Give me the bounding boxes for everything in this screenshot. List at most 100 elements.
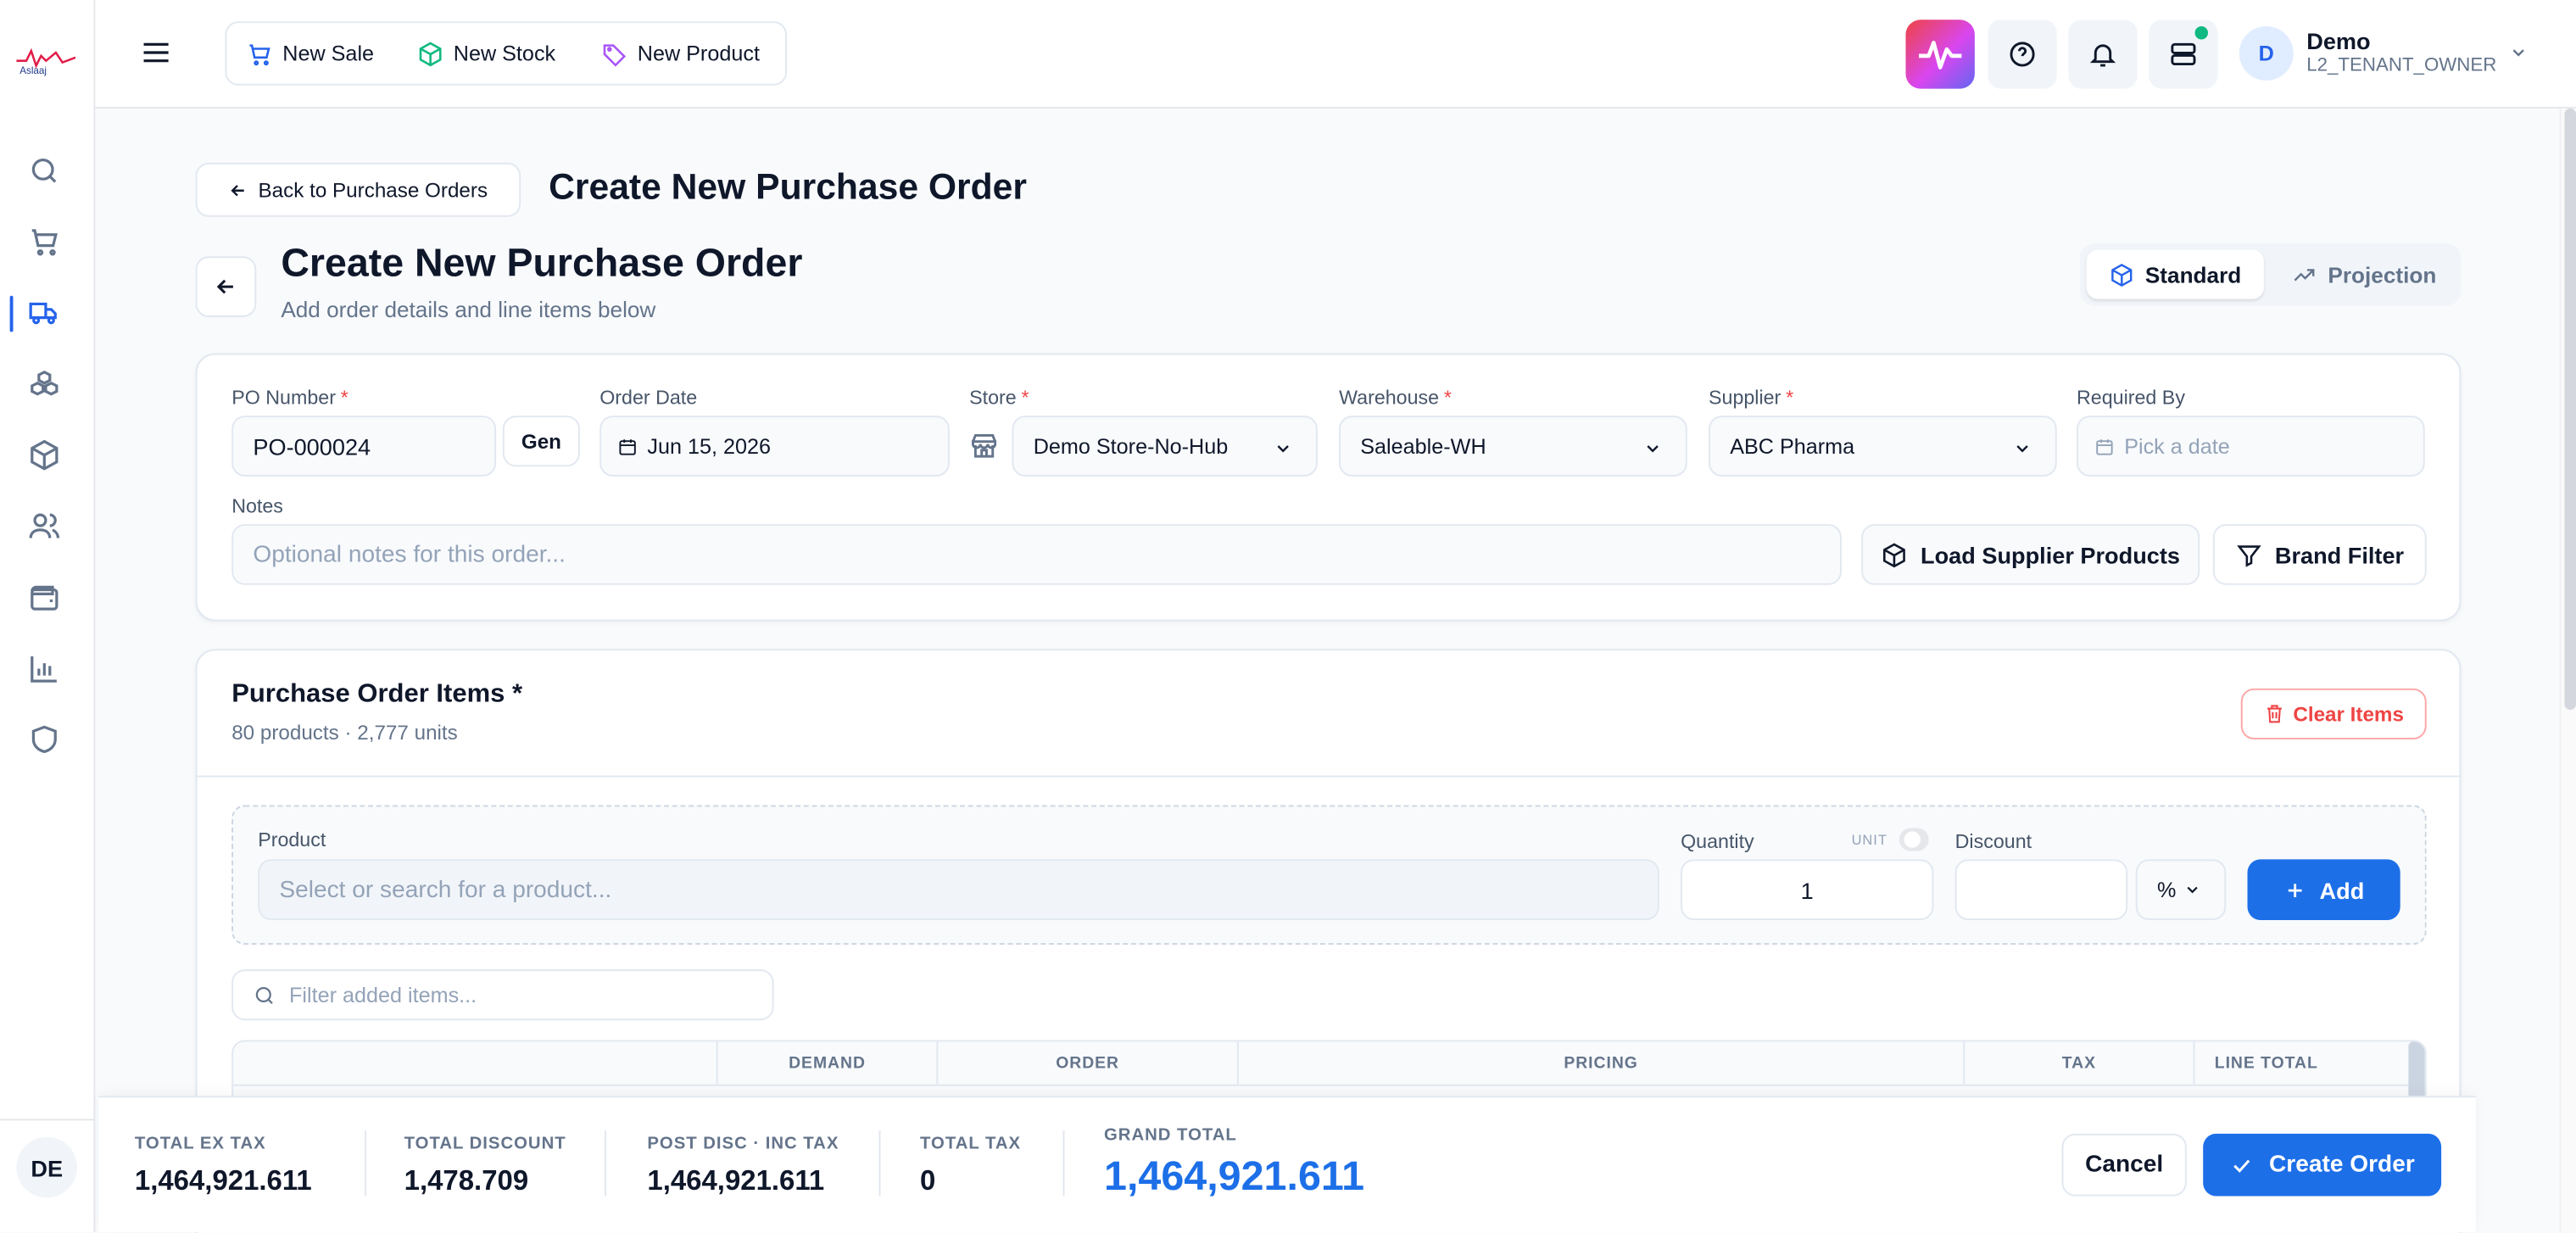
user-role: L2_TENANT_OWNER <box>2306 55 2497 76</box>
generate-po-label: Gen <box>521 429 561 453</box>
total-tax-value: 0 <box>920 1164 936 1197</box>
cart-icon[interactable] <box>28 225 64 261</box>
tag-icon <box>603 43 627 66</box>
cancel-button[interactable]: Cancel <box>2061 1133 2187 1197</box>
bar-chart-icon[interactable] <box>28 652 64 689</box>
grand-total-value: 1,464,921.611 <box>1104 1153 1365 1200</box>
plus-icon <box>2288 883 2302 897</box>
store-value: Demo Store-No-Hub <box>1033 433 1229 459</box>
required-by-label: Required By <box>2077 386 2185 410</box>
help-button[interactable] <box>1988 20 2057 89</box>
wallet-icon[interactable] <box>28 582 64 618</box>
mode-standard-label: Standard <box>2144 262 2242 287</box>
mode-projection-tab[interactable]: Projection <box>2274 250 2455 299</box>
store-select[interactable]: Demo Store-No-Hub <box>1012 416 1318 477</box>
new-sale-button[interactable]: New Sale <box>247 23 374 84</box>
form-title: Create New Purchase Order <box>281 241 803 287</box>
po-number-input[interactable]: PO-000024 <box>231 416 497 477</box>
items-title: Purchase Order Items * <box>231 680 523 709</box>
search-icon[interactable] <box>28 154 64 191</box>
po-number-label: PO Number * <box>231 386 348 410</box>
back-button[interactable] <box>195 256 257 317</box>
totals-separator <box>605 1130 606 1197</box>
po-number-value: PO-000024 <box>253 432 371 460</box>
column-pricing: PRICING <box>1236 1041 1963 1085</box>
totals-separator <box>878 1130 881 1197</box>
trending-up-icon <box>2294 268 2315 281</box>
server-status-button[interactable] <box>2149 20 2218 89</box>
chevron-down-icon <box>2186 886 2197 894</box>
brand-filter-button[interactable]: Brand Filter <box>2212 524 2427 585</box>
sidebar-active-indicator <box>9 295 14 332</box>
unit-toggle[interactable] <box>1899 828 1929 851</box>
generate-po-button[interactable]: Gen <box>502 416 580 467</box>
discount-label: Discount <box>1954 829 2032 853</box>
warehouse-select[interactable]: Saleable-WH <box>1339 416 1687 477</box>
page-scrollbar-thumb[interactable] <box>2564 108 2576 710</box>
load-supplier-products-button[interactable]: Load Supplier Products <box>1861 524 2200 585</box>
chevron-down-icon <box>2512 49 2524 57</box>
package-icon[interactable] <box>28 438 64 475</box>
required-by-placeholder: Pick a date <box>2124 433 2230 459</box>
discount-type-value: % <box>2156 877 2177 902</box>
user-name: Demo <box>2306 27 2371 54</box>
notes-placeholder: Optional notes for this order... <box>253 541 566 568</box>
totals-separator <box>1062 1130 1065 1197</box>
boxes-icon[interactable] <box>28 368 64 404</box>
new-stock-button[interactable]: New Stock <box>417 23 555 84</box>
load-supplier-products-label: Load Supplier Products <box>1921 541 2180 568</box>
items-card-divider <box>197 775 2460 778</box>
items-summary: 80 products · 2,777 units <box>231 721 458 745</box>
totals-separator <box>365 1130 367 1197</box>
back-to-purchase-orders-label: Back to Purchase Orders <box>258 178 488 202</box>
create-order-label: Create Order <box>2269 1152 2415 1179</box>
shield-icon[interactable] <box>28 723 64 760</box>
user-avatar[interactable]: DE <box>16 1136 78 1198</box>
menu-icon[interactable] <box>140 36 173 70</box>
filter-items-placeholder: Filter added items... <box>289 982 477 1007</box>
warehouse-label: Warehouse * <box>1339 386 1452 410</box>
discount-input[interactable] <box>1954 859 2128 920</box>
order-date-value: Jun 15, 2026 <box>647 433 772 459</box>
package-icon <box>1883 542 1905 567</box>
search-icon <box>255 985 273 1003</box>
product-search-input[interactable]: Select or search for a product... <box>258 859 1659 920</box>
order-date-input[interactable]: Jun 15, 2026 <box>599 416 950 477</box>
status-dot <box>2194 26 2208 40</box>
clear-items-button[interactable]: Clear Items <box>2240 688 2427 739</box>
supplier-select[interactable]: ABC Pharma <box>1709 416 2057 477</box>
product-search-placeholder: Select or search for a product... <box>279 876 612 903</box>
quantity-input[interactable]: 1 <box>1681 859 1934 920</box>
add-item-button[interactable]: Add <box>2247 859 2400 920</box>
mode-standard-tab[interactable]: Standard <box>2086 249 2264 299</box>
discount-type-select[interactable]: % <box>2135 859 2227 920</box>
order-date-label: Order Date <box>599 386 698 410</box>
truck-icon[interactable] <box>28 296 64 332</box>
pulse-app-icon[interactable] <box>1905 20 1975 89</box>
user-menu[interactable]: D Demo L2_TENANT_OWNER <box>2239 23 2535 86</box>
new-product-label: New Product <box>637 41 760 66</box>
create-order-button[interactable]: Create Order <box>2203 1133 2442 1197</box>
new-product-button[interactable]: New Product <box>601 23 760 84</box>
filter-icon <box>2236 544 2261 566</box>
notifications-button[interactable] <box>2068 20 2138 89</box>
column-demand: DEMAND <box>716 1041 937 1085</box>
required-by-input[interactable]: Pick a date <box>2077 416 2425 477</box>
clear-items-label: Clear Items <box>2293 702 2404 726</box>
brand-logo[interactable]: Aslaaj <box>16 46 76 82</box>
cart-icon <box>249 43 270 65</box>
users-icon[interactable] <box>28 510 64 546</box>
table-header-divider <box>233 1084 2425 1086</box>
sidebar: Aslaaj DE <box>0 0 96 1233</box>
arrow-left-icon <box>216 279 233 294</box>
back-to-purchase-orders-button[interactable]: Back to Purchase Orders <box>195 162 521 217</box>
warehouse-value: Saleable-WH <box>1360 433 1486 459</box>
brand-filter-label: Brand Filter <box>2274 541 2405 568</box>
notes-input[interactable]: Optional notes for this order... <box>231 524 1842 585</box>
total-tax-label: TOTAL TAX <box>920 1133 1022 1154</box>
filter-items-input[interactable]: Filter added items... <box>231 969 774 1021</box>
total-ex-tax-label: TOTAL EX TAX <box>134 1133 266 1154</box>
calendar-icon <box>619 438 636 455</box>
page-scrollbar[interactable] <box>2559 108 2576 1233</box>
brand-logo-text: Aslaaj <box>20 67 47 78</box>
